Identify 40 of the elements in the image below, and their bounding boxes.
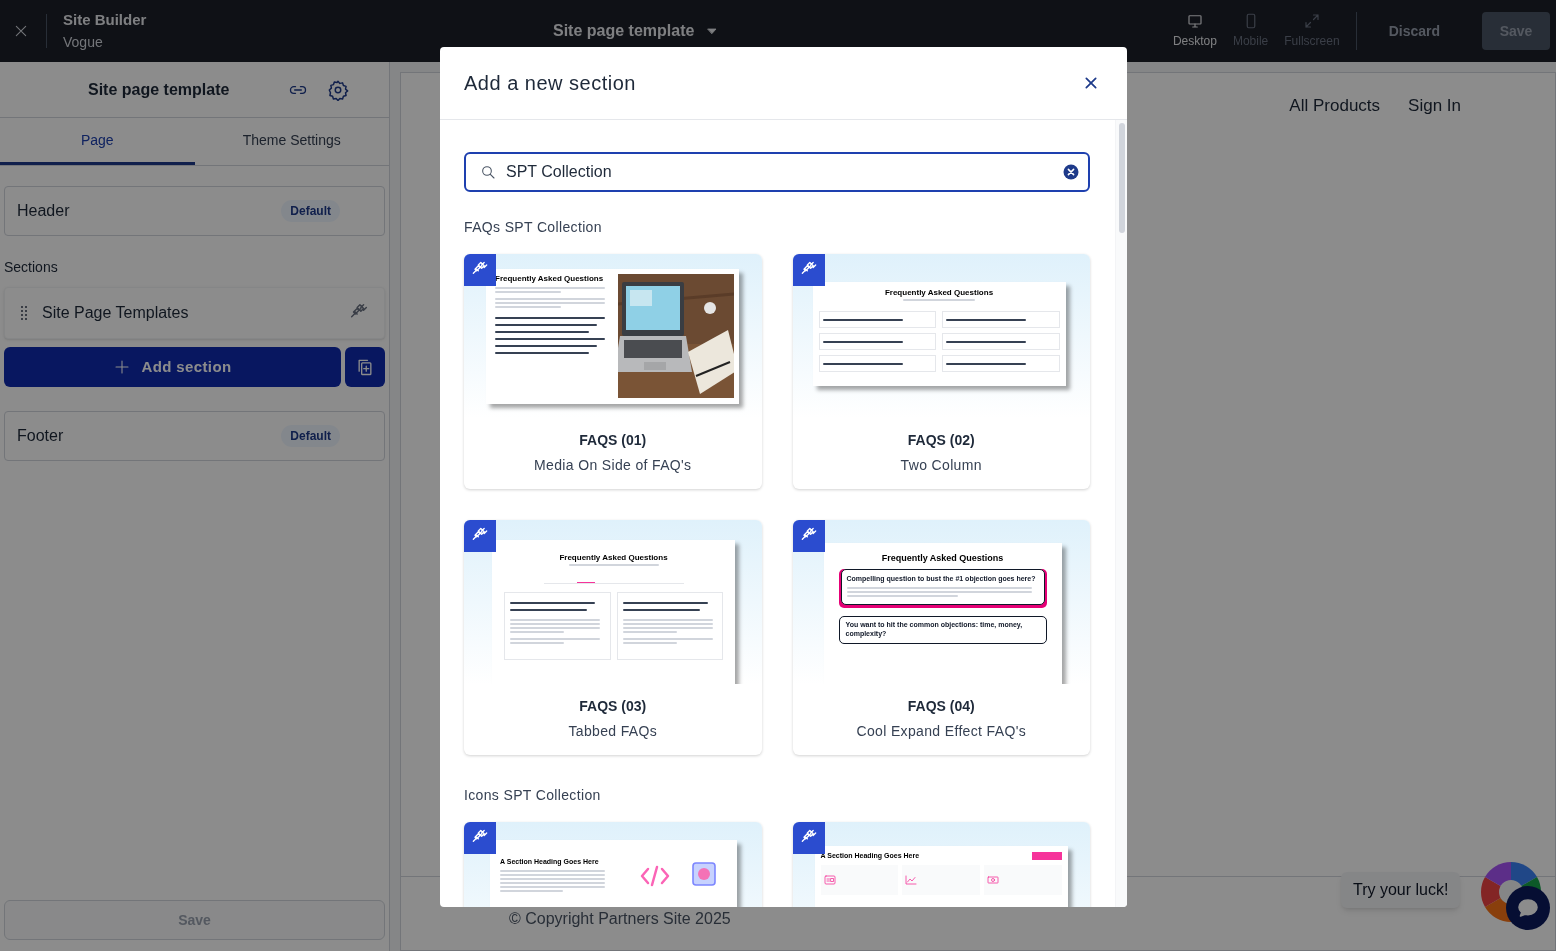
app-title: Site Builder [63,10,148,31]
section-label: Site Page Templates [42,303,190,323]
section-card[interactable]: Frequently Asked Questions FAQS (01) Media On Side of FAQ's [464,254,762,489]
card-subtitle: Tabbed FAQs [567,722,659,741]
sidebar-tab[interactable]: Theme Settings [194,118,389,165]
preview-heading: Frequently Asked Questions [884,288,994,298]
layout-part-card[interactable]: Header Default [4,186,385,236]
card-title: FAQS (03) [578,697,648,716]
part-label: Footer [17,426,65,446]
nav-link[interactable]: All Products [1289,93,1381,119]
nav-link[interactable]: Sign In [1408,93,1461,119]
group-heading: Icons SPT Collection [464,786,602,805]
card-subtitle: Two Column [899,456,983,475]
card-title: FAQS (02) [906,431,976,450]
preview-heading: Frequently Asked Questions [881,553,1004,565]
section-item[interactable]: Site Page Templates [4,287,385,339]
copyright-text: © Copyright Partners Site 2025 [509,910,731,927]
modal-title: Add a new section [464,71,637,96]
section-card[interactable]: Frequently Asked Questions FAQS (02) Two Column [792,254,1090,489]
card-title: FAQS (04) [906,697,976,716]
card-subtitle: Cool Expand Effect FAQ's [855,722,1028,741]
card-subtitle: Media On Side of FAQ's [533,456,693,475]
group-heading: FAQs SPT Collection [464,218,603,237]
search-field[interactable]: SPT Collection [464,152,1090,192]
add-section-button[interactable]: Add section [4,347,341,387]
preview-heading: Frequently Asked Questions [559,553,668,563]
device-toggle[interactable]: Desktop [1172,12,1217,50]
sidebar-tab[interactable]: Page [0,118,195,165]
preview-heading: Frequently Asked Questions [495,274,605,284]
site-name: Vogue [63,32,104,52]
layout-part-card[interactable]: Footer Default [4,411,385,461]
section-card[interactable]: Frequently Asked Questions FAQS (03) Tabbed FAQs [464,520,762,755]
default-badge: Default [281,200,340,222]
page-selector[interactable]: Site page template [553,19,719,43]
card-title: FAQS (01) [578,431,648,450]
default-badge: Default [281,425,340,447]
part-label: Header [17,201,71,221]
panel-title: Site page template [88,79,231,100]
promo-bubble[interactable]: Try your luck! [1341,872,1461,908]
sections-label: Sections [4,258,59,277]
